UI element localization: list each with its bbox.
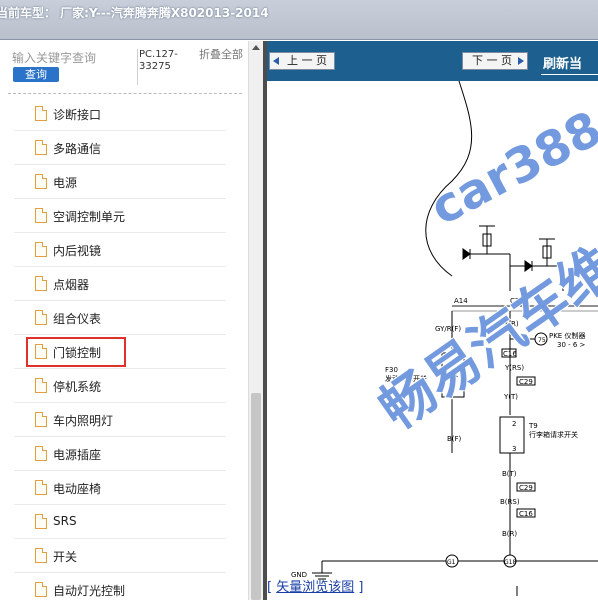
tree-item[interactable]: 车内照明灯 — [14, 403, 226, 437]
label-b-t: B(T) — [502, 470, 517, 478]
watermark-url: car388.c — [421, 81, 598, 237]
document-icon — [35, 106, 47, 121]
label-pin-2: 2 — [512, 420, 516, 428]
document-icon — [35, 378, 47, 393]
tree-separator — [8, 93, 242, 94]
document-icon — [35, 242, 47, 257]
label-t9-desc: 行李箱请求开关 — [529, 430, 578, 439]
search-input[interactable] — [6, 49, 134, 67]
label-c16-b: C16 — [519, 510, 533, 518]
label-pke-sub: 30 - 6 > — [557, 341, 586, 349]
document-icon — [35, 208, 47, 223]
refresh-underline — [541, 74, 598, 75]
tree-item-label: 停机系统 — [53, 380, 102, 394]
label-a14: A14 — [454, 297, 468, 305]
document-icon — [35, 412, 47, 427]
tree-item-label: SRS — [53, 514, 77, 528]
window-title: 当前车型： 厂家:Y---汽奔腾奔腾X802013-2014 — [0, 6, 269, 20]
tree-item-label: 电动座椅 — [53, 482, 102, 496]
document-icon — [35, 276, 47, 291]
tree-item[interactable]: 自动灯光控制 — [14, 573, 226, 600]
document-icon — [35, 174, 47, 189]
tree-item-label: 开关 — [53, 550, 78, 564]
refresh-link[interactable]: 刷新当 — [541, 53, 598, 75]
label-c29-b: C29 — [519, 484, 533, 492]
tree-item-label: 内后视镜 — [53, 244, 102, 258]
collapse-all-button[interactable]: 折叠全部 — [199, 49, 243, 61]
label-g1: G1 — [447, 559, 456, 566]
right-panel: 上 一 页 下 一 页 刷新当 A14 C22 GY/R(F) Y(R) F30… — [267, 41, 598, 600]
selection-highlight — [26, 337, 126, 367]
tree-item[interactable]: 停机系统 — [14, 369, 226, 403]
scroll-thumb[interactable] — [251, 393, 261, 600]
diode-a-icon — [462, 248, 471, 260]
tree-item[interactable]: 电源 — [14, 165, 226, 199]
left-panel: 查询 PC.127-33275 折叠全部 诊断接口多路通信电源空调控制单元内后视… — [0, 41, 263, 600]
document-icon — [35, 514, 47, 529]
document-icon — [35, 480, 47, 495]
vector-view-link[interactable]: [ 矢量浏览该图 ] — [267, 576, 363, 595]
tree-item[interactable]: SRS — [14, 505, 226, 539]
bracket-open: [ — [267, 580, 273, 595]
tree-item-label: 组合仪表 — [53, 312, 102, 326]
prev-page-button[interactable]: 上 一 页 — [269, 52, 335, 70]
tree-item-label: 车内照明灯 — [53, 414, 114, 428]
next-page-button[interactable]: 下 一 页 — [462, 52, 528, 70]
prev-page-label: 上 一 页 — [287, 54, 327, 67]
title-bar: 当前车型： 厂家:Y---汽奔腾奔腾X802013-2014 — [0, 0, 598, 40]
document-icon — [35, 446, 47, 461]
wiring-diagram[interactable]: A14 C22 GY/R(F) Y(R) F30 发动机罩开关 PKE 仪制器 … — [267, 81, 598, 600]
pc-code: PC.127-33275 — [139, 49, 178, 72]
app-window: 当前车型： 厂家:Y---汽奔腾奔腾X802013-2014 查询 PC.127… — [0, 0, 598, 600]
arrow-left-icon — [273, 57, 279, 65]
tree-item[interactable]: 多路通信 — [14, 131, 226, 165]
tree-item[interactable]: 空调控制单元 — [14, 199, 226, 233]
tree-item[interactable]: 内后视镜 — [14, 233, 226, 267]
document-icon — [35, 582, 47, 597]
nav-bar: 上 一 页 下 一 页 刷新当 — [267, 41, 598, 81]
tree-item-label: 电源插座 — [53, 448, 102, 462]
label-y-t: Y(T) — [503, 393, 518, 401]
tree-item[interactable]: 电动座椅 — [14, 471, 226, 505]
tree-item[interactable]: 诊断接口 — [14, 97, 226, 131]
tree-item[interactable]: 开关 — [14, 539, 226, 573]
diode-b-icon — [524, 260, 533, 272]
tree-item-label: 空调控制单元 — [53, 210, 126, 224]
scroll-up-arrow-icon[interactable] — [252, 45, 260, 50]
tree-item-label: 电源 — [53, 176, 78, 190]
vector-view-label: 矢量浏览该图 — [276, 580, 355, 595]
tree-item-label: 多路通信 — [53, 142, 102, 156]
label-b-rs: B(RS) — [500, 498, 520, 506]
next-page-label: 下 一 页 — [472, 54, 512, 67]
tree-item-label: 自动灯光控制 — [53, 584, 126, 598]
tree-item[interactable]: 点烟器 — [14, 267, 226, 301]
tree-item-label: 点烟器 — [53, 278, 90, 292]
header-separator — [137, 49, 138, 85]
refresh-label: 刷新当 — [543, 57, 583, 72]
label-t9: T9 — [528, 422, 538, 430]
label-pin-3: 3 — [512, 445, 516, 453]
label-c29-a: C29 — [519, 378, 533, 386]
query-button[interactable]: 查询 — [13, 67, 59, 82]
tree-item[interactable]: 门锁控制 — [14, 335, 226, 369]
document-icon — [35, 140, 47, 155]
tree-item[interactable]: 组合仪表 — [14, 301, 226, 335]
arrow-right-icon — [518, 57, 524, 65]
label-g18: G18 — [504, 559, 516, 566]
label-b-f: B(F) — [447, 435, 462, 443]
tree-item[interactable]: 电源插座 — [14, 437, 226, 471]
document-icon — [35, 310, 47, 325]
bracket-close: ] — [358, 580, 364, 595]
document-icon — [35, 548, 47, 563]
tree-item-label: 诊断接口 — [53, 108, 102, 122]
label-b-r: B(R) — [502, 530, 517, 538]
left-scrollbar[interactable] — [248, 41, 263, 600]
